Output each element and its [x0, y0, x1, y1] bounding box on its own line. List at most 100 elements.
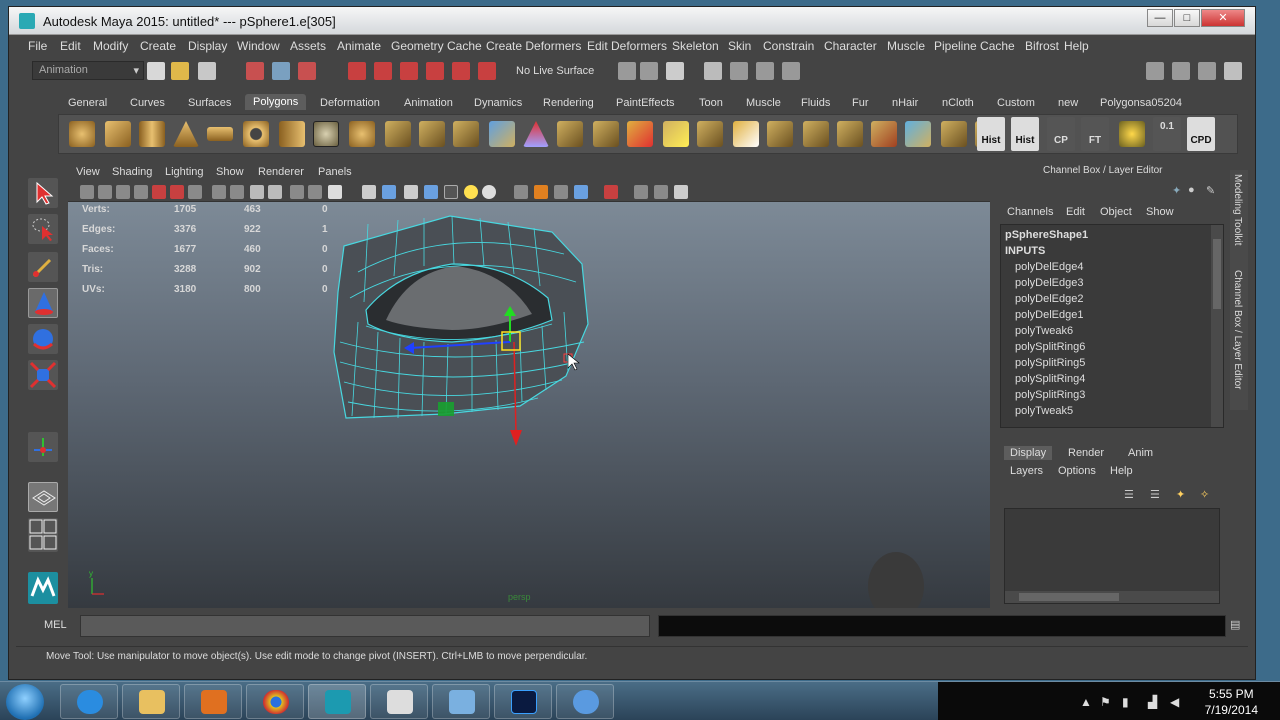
input-node[interactable]: polyTweak6	[1015, 325, 1073, 337]
append-polygon-icon[interactable]	[627, 121, 653, 147]
layer-list[interactable]	[1004, 508, 1220, 604]
new-scene-icon[interactable]	[147, 62, 165, 80]
tab-new[interactable]: new	[1058, 97, 1078, 109]
poly-cube-icon[interactable]	[105, 121, 131, 147]
vp-menu-show[interactable]: Show	[216, 166, 244, 178]
poly-platonic-icon[interactable]	[349, 121, 375, 147]
input-node[interactable]: polySplitRing6	[1015, 341, 1085, 353]
cb-menu-edit[interactable]: Edit	[1066, 206, 1085, 218]
cb-menu-object[interactable]: Object	[1100, 206, 1132, 218]
tab-channel-box-layer-editor[interactable]: Channel Box / Layer Editor	[1232, 270, 1243, 390]
four-pane-layout-icon[interactable]	[28, 518, 58, 552]
safe-title-icon[interactable]	[268, 185, 282, 199]
title-bar[interactable]: Autodesk Maya 2015: untitled* --- pSpher…	[9, 7, 1255, 35]
select-camera-icon[interactable]	[80, 185, 94, 199]
freeze-transforms-button[interactable]: FT	[1081, 117, 1109, 151]
input-node[interactable]: polySplitRing4	[1015, 373, 1085, 385]
snap-surface-icon[interactable]	[452, 62, 470, 80]
input-node[interactable]: polyDelEdge2	[1015, 293, 1084, 305]
menu-animate[interactable]: Animate	[337, 39, 381, 53]
bridge-icon[interactable]	[593, 121, 619, 147]
tab-muscle[interactable]: Muscle	[746, 97, 781, 109]
triangulate-icon[interactable]	[523, 121, 549, 147]
tab-fur[interactable]: Fur	[852, 97, 869, 109]
snap-grid-icon[interactable]	[348, 62, 366, 80]
polygon-mesh[interactable]	[333, 215, 589, 419]
vp-menu-view[interactable]: View	[76, 166, 100, 178]
xray-icon[interactable]	[424, 185, 438, 199]
tab-animation[interactable]: Animation	[404, 97, 453, 109]
field-chart-icon[interactable]	[230, 185, 244, 199]
smooth-shade-icon[interactable]	[382, 185, 396, 199]
volume-icon[interactable]: ◀	[1170, 695, 1179, 709]
extract-icon[interactable]	[453, 121, 479, 147]
layer-menu-help[interactable]: Help	[1110, 465, 1133, 477]
scale-tool-icon[interactable]	[28, 360, 58, 390]
script-editor-icon[interactable]: ▤	[1230, 618, 1240, 631]
taskbar-file-explorer[interactable]	[122, 684, 180, 719]
render-current-icon[interactable]	[730, 62, 748, 80]
poly-plane-icon[interactable]	[207, 127, 233, 141]
hist-button-1[interactable]: Hist	[977, 117, 1005, 151]
perspective-viewport[interactable]: Verts: 1705 463 0 Edges: 3376 922 1 Face…	[68, 202, 990, 608]
menu-create[interactable]: Create	[140, 39, 176, 53]
cb-menu-channels[interactable]: Channels	[1007, 206, 1053, 218]
move-tool-icon[interactable]	[28, 288, 58, 318]
depth-of-field-icon[interactable]	[574, 185, 588, 199]
taskbar-photo-viewer[interactable]	[432, 684, 490, 719]
tab-dynamics[interactable]: Dynamics	[474, 97, 522, 109]
wireframe-icon[interactable]	[290, 185, 304, 199]
cb-menu-show[interactable]: Show	[1146, 206, 1174, 218]
xray-components-icon[interactable]	[654, 185, 668, 199]
hud-toggle-icon[interactable]	[308, 185, 322, 199]
grid-toggle-icon[interactable]	[152, 185, 166, 199]
taskbar-zbrush[interactable]	[370, 684, 428, 719]
taskbar-chrome[interactable]	[246, 684, 304, 719]
poly-cylinder-icon[interactable]	[139, 121, 165, 147]
shadows-icon[interactable]	[482, 185, 496, 199]
magnet-icon[interactable]	[478, 62, 496, 80]
input-node[interactable]: polyDelEdge4	[1015, 261, 1084, 273]
rotate-tool-icon[interactable]	[28, 324, 58, 354]
input-ops-icon[interactable]	[618, 62, 636, 80]
x-arrow-icon[interactable]	[510, 430, 522, 446]
poly-soccer-ball-icon[interactable]	[313, 121, 339, 147]
tab-custom[interactable]: Custom	[997, 97, 1035, 109]
hist-button-2[interactable]: Hist	[1011, 117, 1039, 151]
menu-create-deformers[interactable]: Create Deformers	[486, 39, 581, 53]
select-hierarchy-icon[interactable]	[246, 62, 264, 80]
render-view-icon[interactable]	[704, 62, 722, 80]
input-node[interactable]: polySplitRing3	[1015, 389, 1085, 401]
layer-list-scrollbar[interactable]	[1005, 591, 1219, 603]
image-plane-icon[interactable]	[134, 185, 148, 199]
insert-edge-loop-icon[interactable]	[697, 121, 723, 147]
cpd-button[interactable]: CPD	[1187, 117, 1215, 151]
poly-sphere-icon[interactable]	[69, 121, 95, 147]
input-node[interactable]: polyDelEdge3	[1015, 277, 1084, 289]
menu-display[interactable]: Display	[188, 39, 227, 53]
cut-faces-icon[interactable]	[871, 121, 897, 147]
menu-assets[interactable]: Assets	[290, 39, 326, 53]
layer-up-icon[interactable]: ☰	[1124, 488, 1134, 501]
channel-box-scrollbar[interactable]	[1211, 225, 1223, 427]
live-surface-field[interactable]: No Live Surface	[516, 65, 594, 77]
manipulator-tool-icon[interactable]	[28, 432, 58, 462]
taskbar-maya[interactable]	[308, 684, 366, 719]
tool-settings-toggle-icon[interactable]	[1172, 62, 1190, 80]
separate-icon[interactable]	[419, 121, 445, 147]
flag-icon[interactable]: ⚑	[1100, 695, 1111, 709]
battery-icon[interactable]: ▮	[1122, 695, 1129, 709]
minimize-button[interactable]: —	[1147, 9, 1173, 27]
xray-joints-icon[interactable]	[634, 185, 648, 199]
merge-icon[interactable]	[803, 121, 829, 147]
tab-rendering[interactable]: Rendering	[543, 97, 594, 109]
offset-edge-loop-icon[interactable]	[733, 121, 759, 147]
taskbar-flower-app[interactable]	[556, 684, 614, 719]
resolution-gate-icon[interactable]	[188, 185, 202, 199]
split-polygon-icon[interactable]	[663, 121, 689, 147]
show-hidden-icons-icon[interactable]: ▲	[1080, 695, 1092, 709]
network-icon[interactable]: ▟	[1148, 695, 1157, 709]
new-layer-selected-icon[interactable]: ✧	[1200, 488, 1209, 501]
tab-ncloth[interactable]: nCloth	[942, 97, 974, 109]
select-component-icon[interactable]	[298, 62, 316, 80]
